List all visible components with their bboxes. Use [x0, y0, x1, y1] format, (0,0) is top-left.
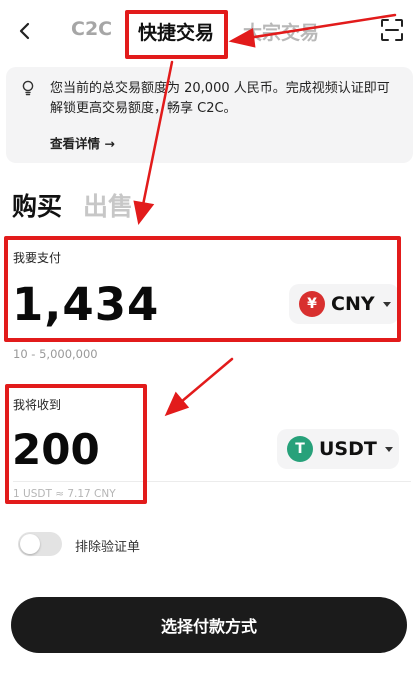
annotation-arrow-3 — [179, 357, 234, 404]
usdt-icon: T — [287, 436, 313, 462]
chevron-left-icon — [19, 22, 30, 40]
annotation-box-tab — [125, 10, 228, 59]
annotation-box-pay — [4, 236, 401, 342]
lightbulb-icon — [21, 80, 35, 96]
receive-currency-selector[interactable]: T USDT — [277, 429, 399, 469]
annotation-box-receive — [5, 384, 147, 504]
exclude-verified-label: 排除验证单 — [75, 540, 141, 555]
back-button[interactable] — [10, 14, 40, 48]
exclude-verified-toggle[interactable] — [18, 532, 62, 556]
caret-down-icon — [384, 446, 393, 452]
scan-icon — [381, 19, 403, 41]
notice-text: 您当前的总交易额度为 20,000 人民币。完成视频认证即可解锁更高交易额度，畅… — [50, 81, 390, 116]
view-details-link[interactable]: 查看详情 → — [50, 133, 115, 152]
sell-tab[interactable]: 出售 — [83, 187, 133, 223]
annotation-arrow-2-head — [133, 200, 155, 225]
select-payment-method-button[interactable]: 选择付款方式 — [11, 597, 407, 653]
tab-c2c[interactable]: C2C — [71, 18, 112, 40]
scan-button[interactable] — [378, 16, 406, 44]
receive-currency-code: USDT — [319, 438, 377, 460]
annotation-arrow-3-head — [164, 391, 190, 417]
pay-range: 10 - 5,000,000 — [13, 347, 98, 361]
tab-block-trade[interactable]: 大宗交易 — [243, 18, 319, 45]
toggle-knob — [20, 534, 40, 554]
buy-tab[interactable]: 购买 — [12, 187, 62, 223]
